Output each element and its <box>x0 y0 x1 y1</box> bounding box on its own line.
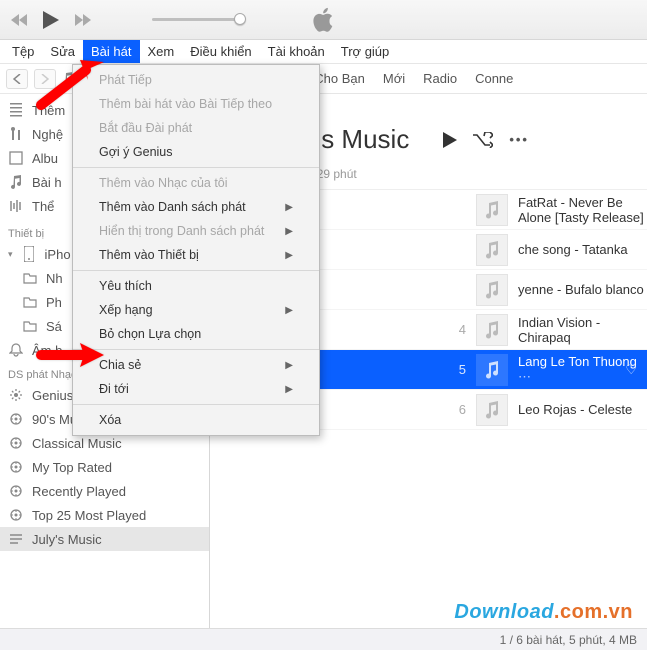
music-note-icon <box>476 314 508 346</box>
menu-item[interactable]: Xếp hạng▶ <box>73 298 319 322</box>
menu-item: Thêm vào Nhạc của tôi <box>73 171 319 195</box>
music-note-icon <box>476 234 508 266</box>
track-name: che song - Tatanka <box>518 242 628 257</box>
smart-icon <box>8 459 24 475</box>
track-number: 6 <box>446 402 466 417</box>
annotation-arrow <box>36 60 106 110</box>
heart-icon[interactable]: ♡ <box>625 362 637 378</box>
genius-icon <box>8 387 24 403</box>
status-text: 1 / 6 bài hát, 5 phút, 4 MB <box>500 633 637 647</box>
menu-item[interactable]: Yêu thích <box>73 274 319 298</box>
smart-icon <box>8 483 24 499</box>
menu-item: Bắt đầu Đài phát <box>73 116 319 140</box>
folder-icon <box>22 294 38 310</box>
menu-item[interactable]: Chia sẻ▶ <box>73 353 319 377</box>
menu-item[interactable]: Thêm vào Danh sách phát▶ <box>73 195 319 219</box>
tab[interactable]: Conne <box>475 67 513 90</box>
menu-trợ giúp[interactable]: Trợ giúp <box>333 40 398 63</box>
watermark: Download.com.vn <box>454 601 633 624</box>
status-bar: 1 / 6 bài hát, 5 phút, 4 MB <box>0 628 647 650</box>
menu-tài khoản[interactable]: Tài khoản <box>260 40 333 63</box>
menu-item: Phát Tiếp <box>73 68 319 92</box>
menu-item: Thêm bài hát vào Bài Tiếp theo <box>73 92 319 116</box>
menu-item[interactable]: Thêm vào Thiết bị▶ <box>73 243 319 267</box>
song-icon <box>8 174 24 190</box>
track-number: 5 <box>446 362 466 377</box>
apple-logo-icon <box>313 7 335 33</box>
back-button[interactable] <box>6 69 28 89</box>
track-name: Leo Rojas - Celeste <box>518 402 632 417</box>
player-bar <box>0 0 647 40</box>
menu-item[interactable]: Bỏ chọn Lựa chọn <box>73 322 319 346</box>
sidebar-playlist[interactable]: My Top Rated <box>0 455 209 479</box>
track-name: yenne - Bufalo blanco <box>518 282 644 297</box>
genre-icon <box>8 198 24 214</box>
player-controls <box>10 9 92 31</box>
menu-item: Hiển thị trong Danh sách phát▶ <box>73 219 319 243</box>
tab[interactable]: Cho Bạn <box>314 67 365 90</box>
play-all-icon[interactable] <box>443 132 457 148</box>
next-icon[interactable] <box>74 11 92 29</box>
more-icon[interactable]: ••• <box>509 132 529 147</box>
smart-icon <box>8 435 24 451</box>
volume-slider[interactable] <box>152 18 242 21</box>
track-name: Indian Vision - Chirapaq <box>518 315 647 345</box>
menu-xem[interactable]: Xem <box>140 40 183 63</box>
tab[interactable]: Mới <box>383 67 405 90</box>
music-note-icon <box>476 354 508 386</box>
menu-item[interactable]: Gợi ý Genius <box>73 140 319 164</box>
song-menu-dropdown: Phát TiếpThêm bài hát vào Bài Tiếp theoB… <box>72 64 320 436</box>
folder-icon <box>22 318 38 334</box>
ringtone-icon <box>8 342 24 358</box>
phone-icon <box>21 246 37 262</box>
music-note-icon <box>476 274 508 306</box>
play-icon[interactable] <box>40 9 62 31</box>
disclosure-icon[interactable]: ▾ <box>8 249 13 260</box>
sidebar-playlist[interactable]: Recently Played <box>0 479 209 503</box>
previous-icon[interactable] <box>10 11 28 29</box>
list-icon <box>8 531 24 547</box>
track-name: FatRat - Never Be Alone [Tasty Release] <box>518 195 647 225</box>
menu-item[interactable]: Xóa <box>73 408 319 432</box>
artist-icon <box>8 126 24 142</box>
smart-icon <box>8 507 24 523</box>
music-note-icon <box>476 394 508 426</box>
sidebar-playlist[interactable]: July's Music <box>0 527 209 551</box>
folder-icon <box>22 270 38 286</box>
shuffle-icon[interactable] <box>473 132 493 148</box>
sidebar-playlist[interactable]: Top 25 Most Played <box>0 503 209 527</box>
smart-icon <box>8 411 24 427</box>
annotation-arrow <box>36 340 106 370</box>
menu-điều khiển[interactable]: Điều khiển <box>182 40 259 63</box>
menu-item[interactable]: Đi tới▶ <box>73 377 319 401</box>
track-number: 4 <box>446 322 466 337</box>
added-icon <box>8 102 24 118</box>
tab[interactable]: Radio <box>423 67 457 90</box>
album-icon <box>8 150 24 166</box>
music-note-icon <box>476 194 508 226</box>
